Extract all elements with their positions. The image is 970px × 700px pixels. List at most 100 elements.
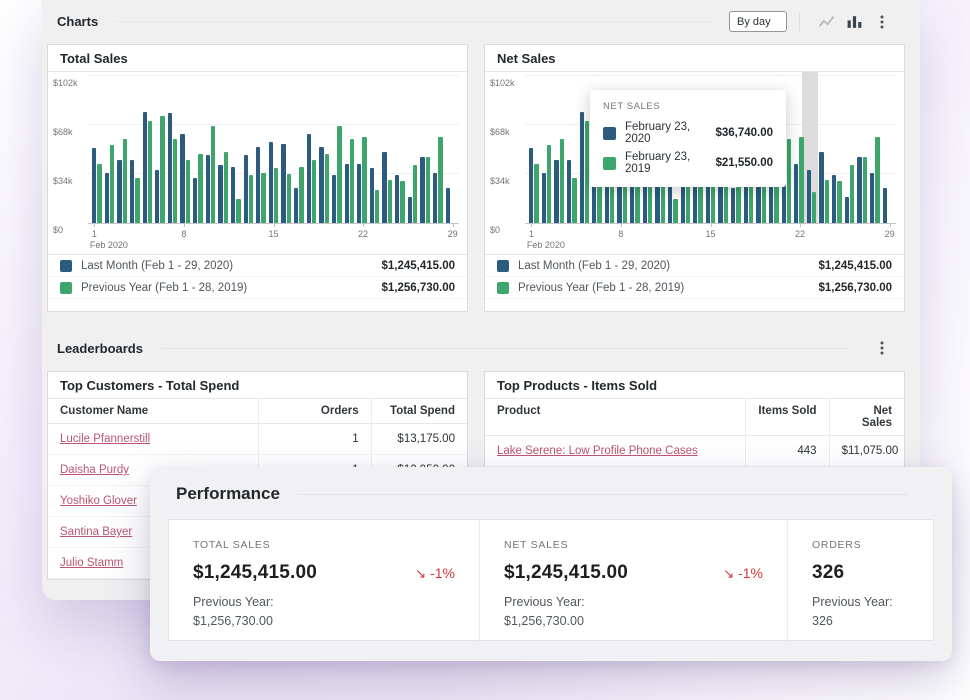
bar-previous-year[interactable] [787, 139, 791, 223]
row-link[interactable]: Daisha Purdy [60, 464, 129, 476]
bar-group-day-18[interactable] [307, 72, 317, 223]
bar-last-month[interactable] [332, 175, 336, 223]
bar-last-month[interactable] [857, 157, 861, 223]
row-link[interactable]: Santina Bayer [60, 526, 132, 538]
bar-group-day-16[interactable] [281, 72, 291, 223]
bar-group-day-29[interactable] [883, 72, 893, 223]
bar-previous-year[interactable] [362, 137, 366, 223]
bar-previous-year[interactable] [186, 160, 190, 223]
bar-last-month[interactable] [433, 173, 437, 223]
bar-last-month[interactable] [231, 167, 235, 223]
bar-previous-year[interactable] [274, 168, 278, 223]
bar-group-day-24[interactable] [819, 72, 829, 223]
bar-last-month[interactable] [567, 160, 571, 223]
line-chart-icon[interactable] [815, 12, 837, 32]
bar-previous-year[interactable] [547, 145, 551, 223]
bar-group-day-28[interactable] [870, 72, 880, 223]
bar-group-day-27[interactable] [857, 72, 867, 223]
row-link[interactable]: Lucile Pfannerstill [60, 433, 150, 445]
bar-last-month[interactable] [832, 175, 836, 223]
bar-last-month[interactable] [420, 157, 424, 223]
bar-previous-year[interactable] [249, 175, 253, 223]
bar-group-day-8[interactable] [180, 72, 190, 223]
bar-previous-year[interactable] [337, 126, 341, 223]
bar-previous-year[interactable] [148, 121, 152, 223]
bar-group-day-26[interactable] [845, 72, 855, 223]
leaderboards-menu-icon[interactable] [871, 338, 893, 358]
bar-previous-year[interactable] [875, 137, 879, 223]
bar-group-day-5[interactable] [143, 72, 153, 223]
bar-group-day-21[interactable] [345, 72, 355, 223]
bar-last-month[interactable] [731, 188, 735, 223]
bar-previous-year[interactable] [812, 192, 816, 223]
bar-group-day-29[interactable] [446, 72, 456, 223]
bar-last-month[interactable] [807, 170, 811, 223]
bar-last-month[interactable] [143, 112, 147, 223]
bar-group-day-23[interactable] [370, 72, 380, 223]
bar-group-day-5[interactable] [580, 72, 590, 223]
bar-group-day-17[interactable] [294, 72, 304, 223]
legend-item[interactable]: Previous Year (Feb 1 - 28, 2019)$1,256,7… [485, 277, 904, 299]
bar-last-month[interactable] [819, 152, 823, 223]
bar-previous-year[interactable] [426, 157, 430, 223]
bar-previous-year[interactable] [299, 167, 303, 223]
bar-group-day-4[interactable] [130, 72, 140, 223]
bar-previous-year[interactable] [160, 116, 164, 223]
bar-previous-year[interactable] [400, 181, 404, 223]
bar-previous-year[interactable] [673, 199, 677, 224]
bar-group-day-19[interactable] [319, 72, 329, 223]
bar-previous-year[interactable] [198, 154, 202, 223]
bar-last-month[interactable] [446, 188, 450, 223]
bar-group-day-3[interactable] [117, 72, 127, 223]
bar-last-month[interactable] [105, 173, 109, 223]
bar-group-day-6[interactable] [155, 72, 165, 223]
bar-group-day-24[interactable] [382, 72, 392, 223]
bar-last-month[interactable] [845, 197, 849, 223]
bar-last-month[interactable] [155, 170, 159, 223]
bar-last-month[interactable] [370, 168, 374, 223]
bar-last-month[interactable] [883, 188, 887, 223]
bar-last-month[interactable] [117, 160, 121, 223]
bar-group-day-20[interactable] [332, 72, 342, 223]
interval-select[interactable]: By day [729, 11, 787, 32]
bar-group-day-9[interactable] [193, 72, 203, 223]
bar-last-month[interactable] [130, 160, 134, 223]
bar-group-day-15[interactable] [269, 72, 279, 223]
bar-previous-year[interactable] [799, 137, 803, 223]
bar-group-day-26[interactable] [408, 72, 418, 223]
bar-previous-year[interactable] [110, 145, 114, 223]
bar-last-month[interactable] [193, 178, 197, 223]
bar-last-month[interactable] [256, 147, 260, 223]
bar-group-day-23[interactable] [807, 72, 817, 223]
bar-last-month[interactable] [794, 164, 798, 223]
bar-last-month[interactable] [269, 142, 273, 223]
bar-last-month[interactable] [294, 188, 298, 223]
bar-previous-year[interactable] [287, 174, 291, 223]
row-link[interactable]: Julio Stamm [60, 557, 123, 569]
row-link[interactable]: Lake Serene: Low Profile Phone Cases [497, 445, 698, 457]
legend-item[interactable]: Last Month (Feb 1 - 29, 2020)$1,245,415.… [485, 255, 904, 277]
bar-group-day-2[interactable] [105, 72, 115, 223]
bar-last-month[interactable] [168, 113, 172, 223]
bar-group-day-13[interactable] [244, 72, 254, 223]
bar-group-day-1[interactable] [92, 72, 102, 223]
bar-last-month[interactable] [206, 155, 210, 223]
bar-group-day-12[interactable] [231, 72, 241, 223]
bar-last-month[interactable] [408, 197, 412, 223]
bar-last-month[interactable] [529, 148, 533, 223]
bar-group-day-28[interactable] [433, 72, 443, 223]
bar-group-day-22[interactable] [357, 72, 367, 223]
bar-last-month[interactable] [870, 173, 874, 223]
legend-item[interactable]: Last Month (Feb 1 - 29, 2020)$1,245,415.… [48, 255, 467, 277]
bar-previous-year[interactable] [863, 157, 867, 223]
bar-previous-year[interactable] [560, 139, 564, 223]
bar-group-day-27[interactable] [420, 72, 430, 223]
bar-group-day-3[interactable] [554, 72, 564, 223]
bar-group-day-7[interactable] [168, 72, 178, 223]
bar-last-month[interactable] [357, 164, 361, 223]
bar-previous-year[interactable] [325, 154, 329, 223]
bar-last-month[interactable] [554, 160, 558, 223]
bar-previous-year[interactable] [173, 139, 177, 223]
bar-chart-icon[interactable] [843, 12, 865, 32]
bar-group-day-4[interactable] [567, 72, 577, 223]
